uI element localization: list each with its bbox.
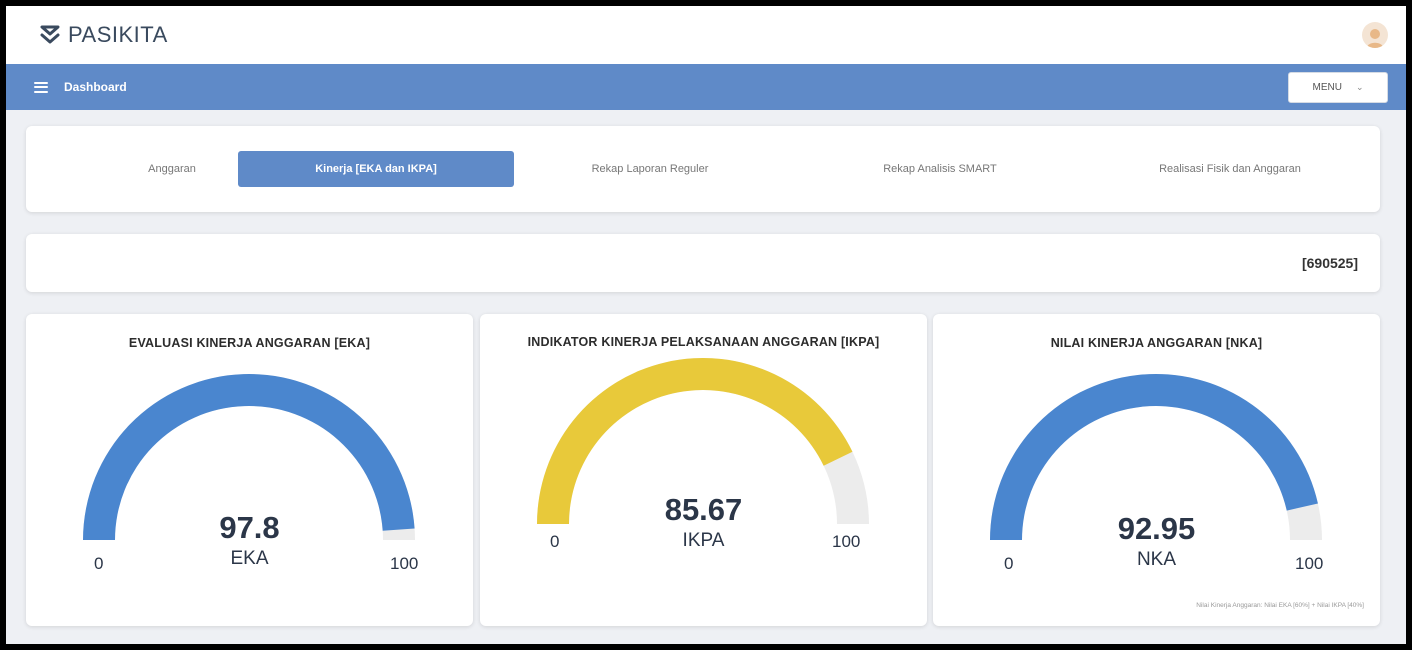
formula-note: Nilai Kinerja Anggaran: Nilai EKA [60%] … bbox=[1196, 602, 1364, 609]
tab-bar: Anggaran Kinerja [EKA dan IKPA] Rekap La… bbox=[26, 126, 1380, 212]
brand-bar: PASIKITA bbox=[6, 6, 1406, 64]
unit-code: [690525] bbox=[1301, 255, 1358, 271]
user-avatar-icon bbox=[1367, 29, 1383, 48]
pasikita-logo-icon bbox=[40, 25, 60, 44]
tab-rekap-analisis-smart[interactable]: Rekap Analisis SMART bbox=[810, 151, 1070, 187]
eka-gauge bbox=[83, 374, 415, 540]
gauge-max: 100 bbox=[832, 532, 861, 551]
gauge-value: 97.8 bbox=[219, 510, 280, 545]
gauge-min: 0 bbox=[550, 532, 560, 551]
menu-label: MENU bbox=[1312, 81, 1342, 93]
gauge-max: 100 bbox=[1295, 554, 1324, 573]
unit-code-card: [690525] bbox=[26, 234, 1380, 292]
user-avatar[interactable] bbox=[1362, 22, 1388, 48]
nav-bar: Dashboard MENU ⌄ bbox=[6, 64, 1406, 110]
gauge-max: 100 bbox=[390, 554, 419, 573]
app-window: PASIKITA Dashboard MENU ⌄ Anggaran Kiner… bbox=[6, 6, 1406, 644]
tab-realisasi-fisik-dan-anggaran[interactable]: Realisasi Fisik dan Anggaran bbox=[1100, 151, 1360, 187]
page-title: Dashboard bbox=[64, 80, 127, 94]
nka-gauge bbox=[990, 374, 1322, 540]
gauge-value: 85.67 bbox=[664, 492, 743, 527]
chevron-down-icon: ⌄ bbox=[1355, 81, 1364, 92]
brand-logo[interactable]: PASIKITA bbox=[36, 22, 168, 48]
menu-dropdown-button[interactable]: MENU ⌄ bbox=[1288, 71, 1388, 103]
gauge-min: 0 bbox=[1004, 554, 1014, 573]
gauge-value: 92.95 bbox=[1117, 511, 1196, 546]
ikpa-gauge bbox=[537, 358, 869, 524]
eka-gauge-card: EVALUASI KINERJA ANGGARAN [EKA] 97.8 EKA… bbox=[26, 314, 473, 626]
tab-kinerja[interactable]: Kinerja [EKA dan IKPA] bbox=[238, 151, 514, 187]
ikpa-gauge-card: INDIKATOR KINERJA PELAKSANAAN ANGGARAN [… bbox=[480, 314, 927, 626]
gauge-min: 0 bbox=[94, 554, 104, 573]
brand-name: PASIKITA bbox=[68, 22, 168, 47]
tab-rekap-laporan-reguler[interactable]: Rekap Laporan Reguler bbox=[540, 151, 760, 187]
hamburger-menu-icon[interactable] bbox=[34, 81, 48, 93]
nka-gauge-card: NILAI KINERJA ANGGARAN [NKA] 92.95 NKA 0… bbox=[933, 314, 1380, 626]
